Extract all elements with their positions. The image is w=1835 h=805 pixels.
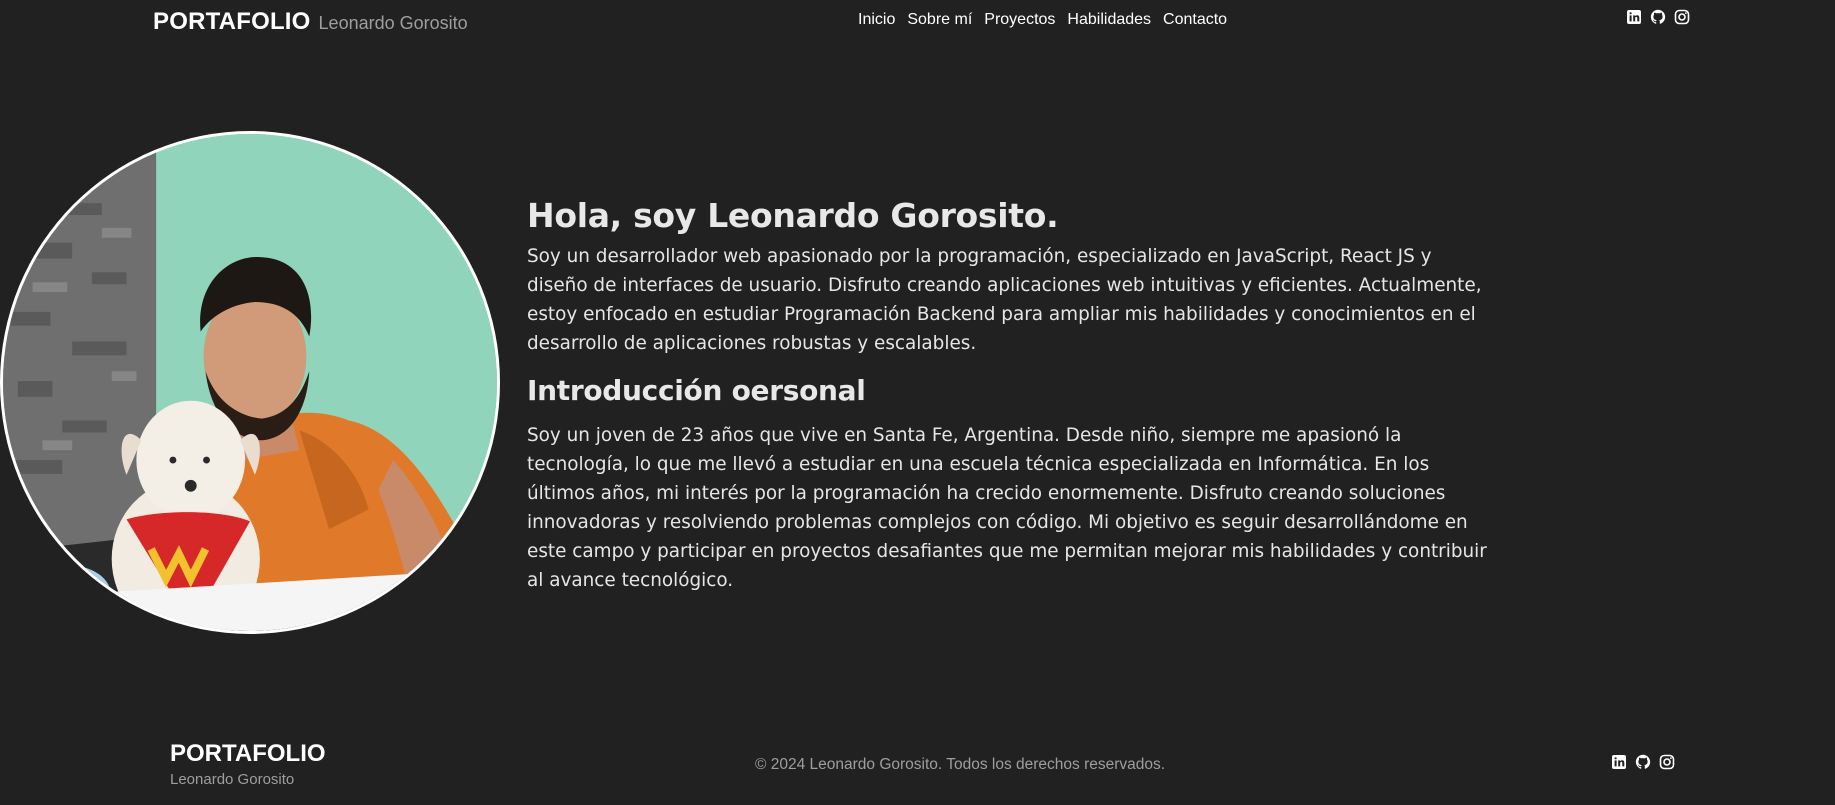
social-links-header	[1626, 9, 1690, 25]
personal-paragraph: Soy un joven de 23 años que vive en Sant…	[527, 425, 1487, 591]
copyright-text: © 2024 Leonardo Gorosito. Todos los dere…	[755, 756, 1166, 773]
nav-link-sobre-mi[interactable]: Sobre mí	[901, 11, 978, 29]
brand-title: PORTAFOLIO	[153, 8, 311, 35]
instagram-icon[interactable]	[1659, 754, 1675, 770]
nav-link-inicio[interactable]: Inicio	[858, 11, 901, 29]
profile-photo	[0, 131, 500, 634]
linkedin-icon[interactable]	[1611, 754, 1627, 770]
nav-link-habilidades[interactable]: Habilidades	[1061, 11, 1157, 29]
hero-heading: Hola, soy Leonardo Gorosito.	[527, 196, 1059, 235]
github-icon[interactable]	[1635, 754, 1651, 770]
brand-subtitle: Leonardo Gorosito	[318, 13, 468, 33]
personal-heading: Introducción oersonal	[527, 374, 866, 407]
navbar: PORTAFOLIO Leonardo Gorosito Inicio Sobr…	[0, 0, 1835, 40]
about-section: Hola, soy Leonardo Gorosito. Soy un desa…	[527, 195, 1492, 595]
footer-title: PORTAFOLIO	[170, 740, 326, 767]
nav-links: Inicio Sobre mí Proyectos Habilidades Co…	[858, 11, 1233, 29]
linkedin-icon[interactable]	[1626, 9, 1642, 25]
social-links-footer	[1611, 754, 1675, 770]
footer-subtitle: Leonardo Gorosito	[170, 771, 295, 788]
footer-brand: PORTAFOLIO Leonardo Gorosito	[170, 740, 326, 788]
nav-link-proyectos[interactable]: Proyectos	[978, 11, 1061, 29]
instagram-icon[interactable]	[1674, 9, 1690, 25]
nav-link-contacto[interactable]: Contacto	[1157, 11, 1233, 29]
brand-link[interactable]: PORTAFOLIO Leonardo Gorosito	[153, 8, 468, 36]
github-icon[interactable]	[1650, 9, 1666, 25]
intro-paragraph: Soy un desarrollador web apasionado por …	[527, 246, 1482, 354]
